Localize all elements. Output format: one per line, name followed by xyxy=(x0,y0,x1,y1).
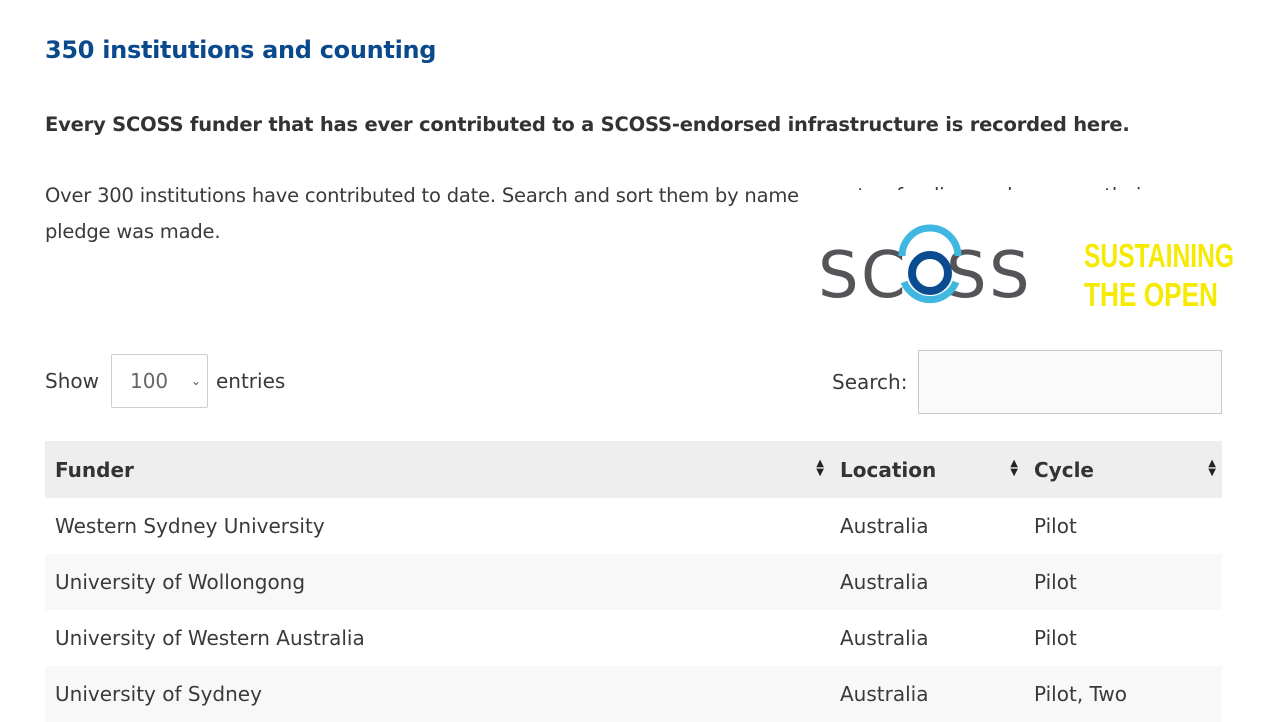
column-header-label: Cycle xyxy=(1034,457,1094,482)
search-control: Search: xyxy=(832,350,1223,414)
column-header-funder[interactable]: Funder ▲ ▼ xyxy=(45,441,830,498)
cell-location: Australia xyxy=(830,554,1024,610)
logo-tagline-1: SUSTAINING xyxy=(1084,237,1234,274)
cell-location: Australia xyxy=(840,626,929,650)
table-row: University of Sydney Australia Pilot, Tw… xyxy=(45,666,1222,722)
table-row: University of Western Australia Australi… xyxy=(45,610,1222,666)
show-label: Show xyxy=(45,369,99,393)
cell-funder: University of Wollongong xyxy=(45,554,830,610)
funders-table: Funder ▲ ▼ Location ▲ ▼ Cycle ▲ ▼ Western S… xyxy=(45,441,1222,722)
logo-s2: S xyxy=(946,239,987,313)
cell-cycle: Pilot xyxy=(1024,554,1222,610)
column-header-location[interactable]: Location ▲ ▼ xyxy=(830,441,1024,498)
chevron-down-icon: ⌄ xyxy=(190,374,201,388)
logo-ring xyxy=(908,251,952,295)
search-input[interactable] xyxy=(918,350,1223,414)
table-header-row: Funder ▲ ▼ Location ▲ ▼ Cycle ▲ ▼ xyxy=(45,441,1222,498)
page-title: 350 institutions and counting xyxy=(45,36,437,64)
cell-cycle: Pilot, Two xyxy=(1024,666,1222,722)
column-header-label: Location xyxy=(840,457,937,482)
entries-select[interactable]: 100 ⌄ xyxy=(110,354,208,408)
search-label: Search: xyxy=(832,370,908,394)
column-header-cycle[interactable]: Cycle ▲ ▼ xyxy=(1024,441,1222,498)
logo-s3: S xyxy=(989,239,1030,313)
cell-cycle: Pilot xyxy=(1034,626,1077,650)
cell-funder: University of Western Australia xyxy=(55,626,365,650)
cell-location: Australia xyxy=(830,666,1024,722)
sort-icon: ▲ ▼ xyxy=(1208,458,1216,478)
sort-icon: ▲ ▼ xyxy=(1010,458,1018,478)
entries-control: Show 100 ⌄ entries xyxy=(45,353,285,409)
cell-location: Australia xyxy=(840,514,929,538)
cell-cycle: Pilot xyxy=(1034,514,1077,538)
logo-tagline-2: THE OPEN xyxy=(1084,276,1218,313)
cell-funder: University of Sydney xyxy=(45,666,830,722)
table-row: Western Sydney University Australia Pilo… xyxy=(45,498,1222,554)
cell-funder: Western Sydney University xyxy=(55,514,325,538)
logo-c: C xyxy=(861,239,906,313)
sort-icon: ▲ ▼ xyxy=(816,458,824,478)
scoss-logo: S C S S SUSTAINING THE OPEN xyxy=(800,190,1270,330)
lead-text: Every SCOSS funder that has ever contrib… xyxy=(45,113,1130,136)
table-row: University of Wollongong Australia Pilot xyxy=(45,554,1222,610)
entries-select-value: 100 xyxy=(129,369,169,393)
column-header-label: Funder xyxy=(55,457,134,482)
logo-s1: S xyxy=(818,239,859,313)
entries-label: entries xyxy=(215,369,286,393)
